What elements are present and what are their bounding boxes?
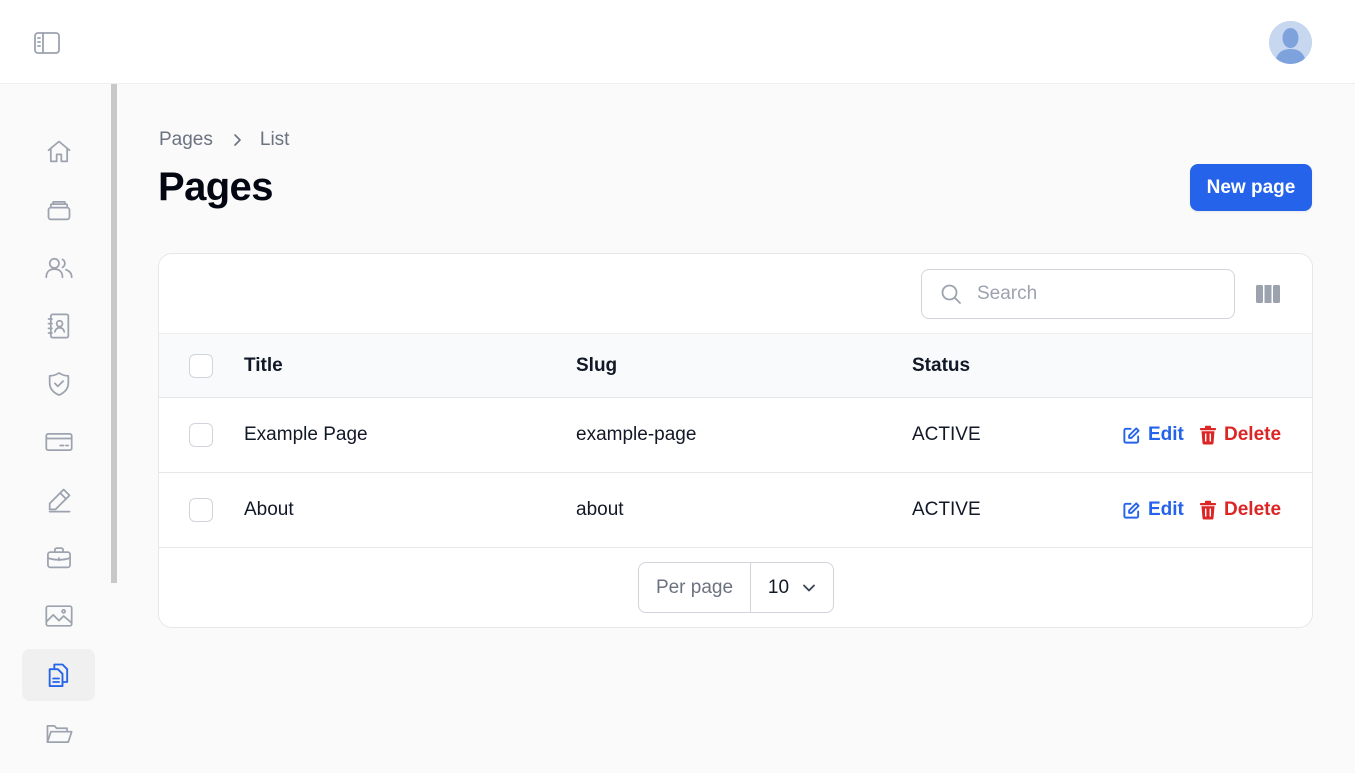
sidebar-item-edit[interactable] <box>22 474 95 526</box>
delete-button[interactable]: Delete <box>1199 424 1281 446</box>
trash-icon <box>1200 425 1216 445</box>
new-page-button[interactable]: New page <box>1190 164 1312 211</box>
sidebar-item-home[interactable] <box>22 126 95 178</box>
top-bar <box>0 0 1355 84</box>
user-avatar[interactable] <box>1269 21 1312 64</box>
credit-card-icon <box>44 433 73 451</box>
breadcrumb: Pages List <box>159 128 289 152</box>
edit-button[interactable]: Edit <box>1122 424 1184 446</box>
pagination: Per page 10 <box>638 562 834 613</box>
search-box[interactable] <box>921 269 1235 319</box>
edit-label: Edit <box>1148 499 1184 520</box>
delete-button[interactable]: Delete <box>1199 499 1281 521</box>
user-avatar-icon <box>1269 21 1312 64</box>
row-checkbox[interactable] <box>189 498 213 522</box>
sidebar-item-billing[interactable] <box>22 416 95 468</box>
sidebar-toggle-button[interactable] <box>30 28 64 58</box>
column-header-title[interactable]: Title <box>244 355 283 377</box>
table-row: About about ACTIVE Edit Delete <box>159 473 1312 548</box>
row-title: Example Page <box>244 424 368 445</box>
select-all-checkbox[interactable] <box>189 354 213 378</box>
search-input[interactable] <box>977 283 1217 305</box>
per-page-value: 10 <box>767 576 790 598</box>
pages-table-card: Title Slug Status Example Page example-p… <box>158 253 1313 628</box>
pencil-icon <box>48 488 70 513</box>
home-icon <box>47 140 70 163</box>
per-page-select[interactable]: 10 <box>751 563 833 612</box>
stack-icon <box>47 200 70 221</box>
edit-button[interactable]: Edit <box>1122 499 1184 521</box>
pencil-square-icon <box>1123 426 1140 444</box>
sidebar-toggle-icon <box>34 32 60 54</box>
sidebar-item-files[interactable] <box>22 708 95 760</box>
chevron-right-icon <box>231 133 243 147</box>
row-checkbox[interactable] <box>189 423 213 447</box>
row-title: About <box>244 499 294 520</box>
sidebar-item-media[interactable] <box>22 590 95 642</box>
sidebar-item-contacts[interactable] <box>22 300 95 352</box>
briefcase-icon <box>46 547 71 569</box>
breadcrumb-item-pages[interactable]: Pages <box>159 129 213 151</box>
row-status: ACTIVE <box>912 424 981 445</box>
sidebar-item-users[interactable] <box>22 242 95 294</box>
chevron-down-icon <box>803 584 815 591</box>
table-row: Example Page example-page ACTIVE Edit De… <box>159 398 1312 473</box>
column-header-slug[interactable]: Slug <box>576 355 617 377</box>
sidebar-scrollbar[interactable] <box>111 84 117 583</box>
view-columns-icon <box>1256 285 1280 303</box>
pencil-square-icon <box>1123 501 1140 519</box>
contact-book-icon <box>47 313 69 339</box>
sidebar <box>0 84 118 773</box>
search-icon <box>941 284 961 304</box>
row-slug: example-page <box>576 424 697 445</box>
delete-label: Delete <box>1224 424 1282 445</box>
row-slug: about <box>576 499 624 520</box>
users-icon <box>44 257 73 279</box>
column-header-status[interactable]: Status <box>912 355 970 377</box>
page-title: Pages <box>158 165 273 209</box>
delete-label: Delete <box>1224 499 1282 520</box>
per-page-label: Per page <box>639 563 751 612</box>
trash-icon <box>1200 500 1216 520</box>
table-header: Title Slug Status <box>159 333 1312 398</box>
sidebar-item-jobs[interactable] <box>22 532 95 584</box>
row-status: ACTIVE <box>912 499 981 520</box>
shield-check-icon <box>48 372 69 396</box>
sidebar-item-security[interactable] <box>22 358 95 410</box>
document-duplicate-icon <box>48 663 68 688</box>
breadcrumb-item-list[interactable]: List <box>260 129 290 151</box>
folder-open-icon <box>46 725 73 743</box>
edit-label: Edit <box>1148 424 1184 445</box>
image-icon <box>44 605 73 627</box>
toggle-columns-button[interactable] <box>1253 282 1283 306</box>
sidebar-item-pages[interactable] <box>22 649 95 701</box>
sidebar-item-stack[interactable] <box>22 184 95 236</box>
